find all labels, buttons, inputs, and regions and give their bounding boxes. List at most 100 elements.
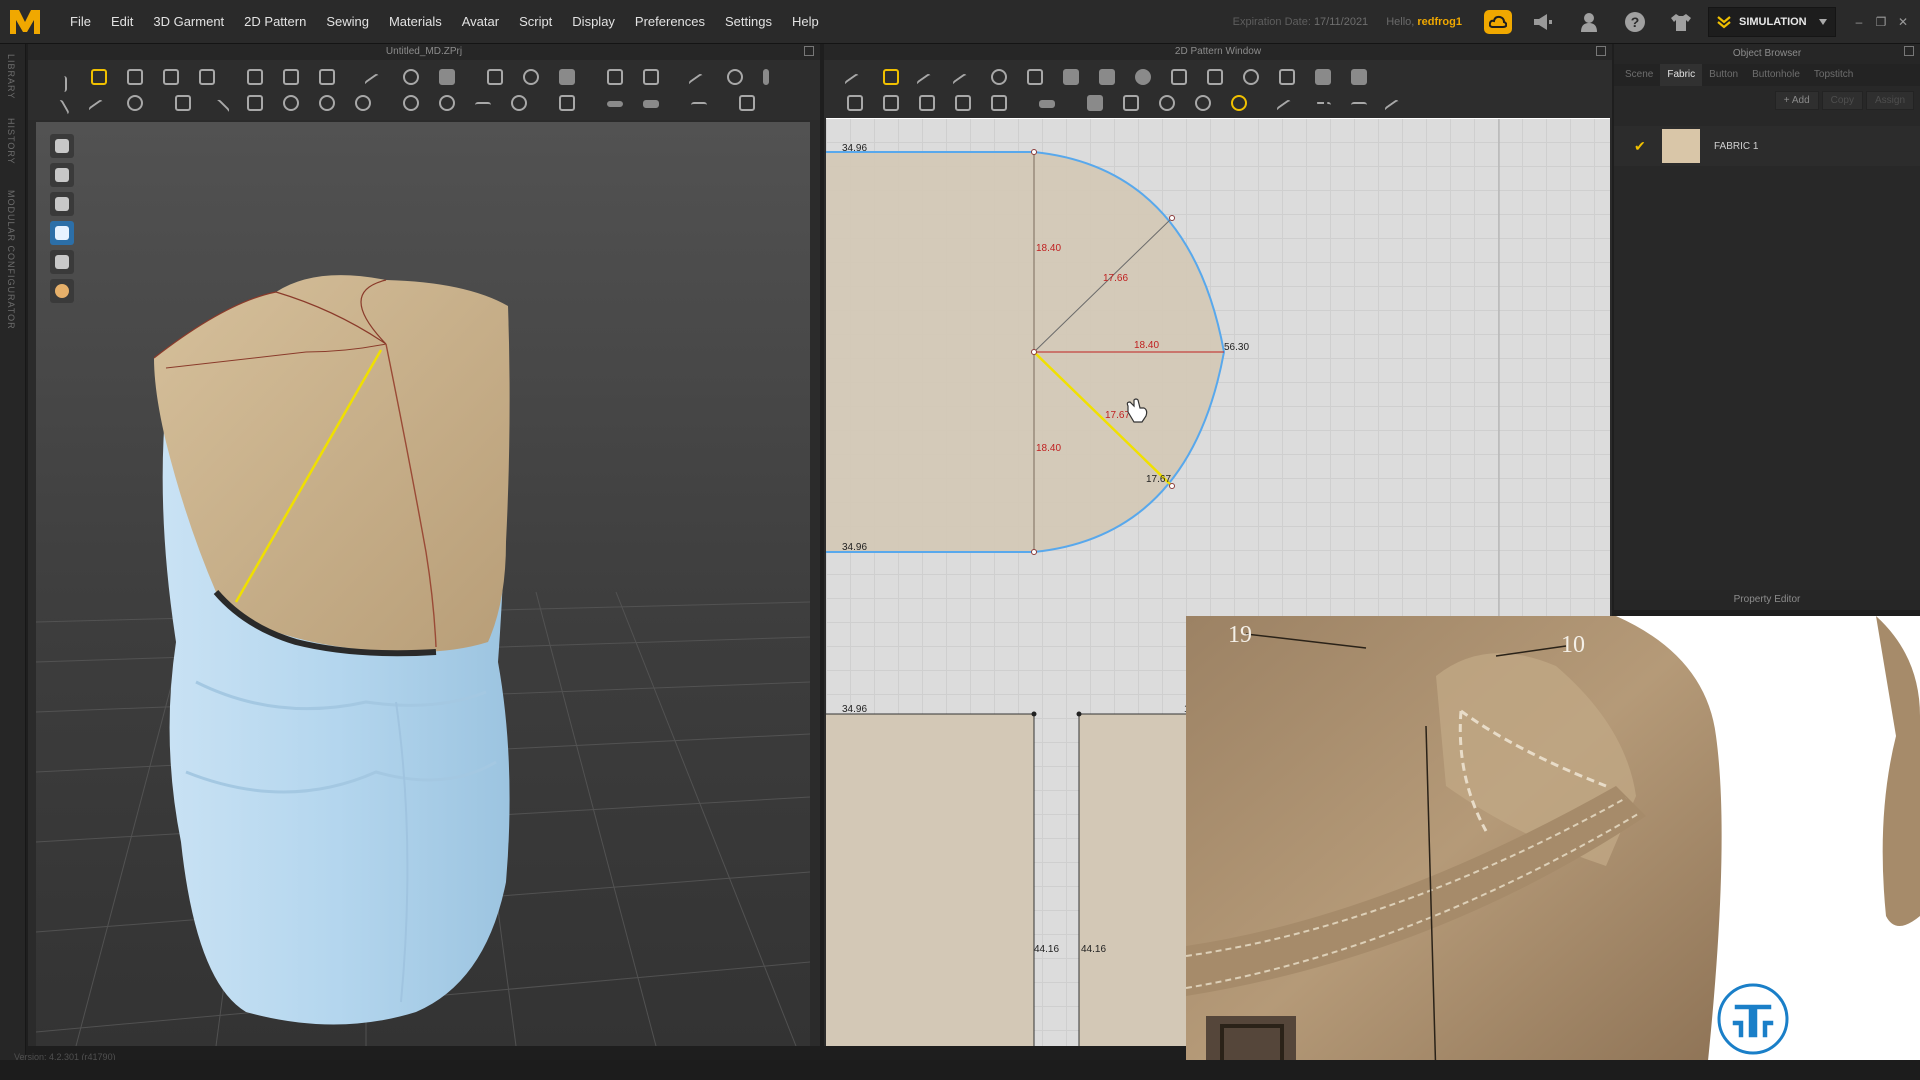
segment-sewing-tool[interactable] [1120,92,1142,114]
free-sewing-tool[interactable] [1156,92,1178,114]
wave-stitch-tool[interactable] [1348,92,1370,114]
symmetric-tool[interactable] [952,92,974,114]
pose-tool[interactable] [736,92,758,114]
arrangement-tool[interactable] [640,66,662,88]
sew-3d-tool[interactable] [484,66,506,88]
copy-fabric-button[interactable]: Copy [1821,90,1863,110]
tab-fabric[interactable]: Fabric [1660,64,1703,86]
fabric-list-item[interactable]: ✔ FABRIC 1 [1614,126,1920,166]
garment-view-icon[interactable] [50,134,74,158]
add-point-tool[interactable] [988,66,1010,88]
offset-tool[interactable] [988,92,1010,114]
popout-icon[interactable] [804,46,814,56]
avatar-tool[interactable] [604,66,626,88]
tab-topstitch[interactable]: Topstitch [1807,64,1860,86]
fold-pleat-tool[interactable] [1348,66,1370,88]
menu-display[interactable]: Display [562,0,625,44]
trace-seam-tool[interactable] [916,92,938,114]
fold-tool[interactable] [244,66,266,88]
menu-avatar[interactable]: Avatar [452,0,509,44]
shirt-tool[interactable] [556,66,578,88]
box-select-tool[interactable] [160,66,182,88]
drape-tool[interactable] [520,66,542,88]
transform-tool[interactable] [88,66,110,88]
scissors-tool[interactable] [207,92,231,122]
close-window-button[interactable]: ✕ [1892,15,1914,29]
add-fabric-button[interactable]: + Add [1774,90,1819,110]
fabric-render-icon[interactable] [50,221,74,245]
copy-tool[interactable] [244,92,266,114]
internal-rectangle-tool[interactable] [1204,66,1226,88]
topstitch-tool[interactable] [1275,92,1299,122]
cut-tool[interactable] [172,92,194,114]
tack-tool[interactable] [280,92,302,114]
pin-tool[interactable] [280,66,302,88]
measure-tool[interactable] [363,66,387,96]
diagonal-stitch-tool[interactable] [1383,92,1407,122]
line-tool[interactable] [472,92,494,114]
edit-pattern-tool[interactable] [880,66,902,88]
menu-help[interactable]: Help [782,0,829,44]
garment-icon[interactable] [1666,7,1696,37]
internal-polygon-tool[interactable] [1168,66,1190,88]
edit-curvature-tool[interactable] [915,66,939,96]
pleat-tool[interactable] [1312,66,1334,88]
popout-icon[interactable] [1904,46,1914,56]
app-logo-icon[interactable]: M [8,6,42,38]
popout-icon[interactable] [1596,46,1606,56]
tab-modular-configurator[interactable]: MODULAR CONFIGURATOR [6,190,16,330]
avatar-display-icon[interactable] [50,192,74,216]
m-n-sewing-tool[interactable] [1192,92,1214,114]
tab-button[interactable]: Button [1702,64,1745,86]
menu-preferences[interactable]: Preferences [625,0,715,44]
select-mesh-tool[interactable] [124,66,146,88]
cloud-icon[interactable] [1484,10,1512,34]
dashed-stitch-tool[interactable] [1312,92,1334,114]
menu-sewing[interactable]: Sewing [316,0,379,44]
tab-history[interactable]: HISTORY [6,118,16,165]
lasso-tool[interactable] [196,66,218,88]
align-tool[interactable] [688,92,710,114]
announcement-icon[interactable] [1528,7,1558,37]
dart-tool[interactable] [1276,66,1298,88]
user-icon[interactable] [1574,7,1604,37]
trace-tool[interactable] [844,92,866,114]
avatar-skin-icon[interactable] [50,279,74,303]
transform-pattern-tool[interactable] [843,66,867,96]
3d-viewport[interactable] [36,122,810,1046]
button-tool[interactable] [400,92,422,114]
select-move-tool[interactable] [48,66,70,92]
texture-tool[interactable] [556,92,578,114]
graphic-tool[interactable] [508,92,530,114]
baste-tool[interactable] [1084,92,1106,114]
check-sewing-tool[interactable] [1228,92,1250,114]
help-icon[interactable]: ? [1620,7,1650,37]
tab-buttonhole[interactable]: Buttonhole [1745,64,1807,86]
menu-2d-pattern[interactable]: 2D Pattern [234,0,316,44]
texture-display-icon[interactable] [50,250,74,274]
tab-scene[interactable]: Scene [1618,64,1660,86]
menu-file[interactable]: File [60,0,101,44]
edit-curve-point-tool[interactable] [951,66,975,96]
polygon-tool[interactable] [1060,66,1082,88]
flat-tool[interactable] [640,92,662,114]
tape-tool[interactable] [400,66,422,88]
menu-settings[interactable]: Settings [715,0,782,44]
rectangle-tool[interactable] [1096,66,1118,88]
minimize-button[interactable]: – [1848,15,1870,29]
gather-tool[interactable] [316,92,338,114]
pin-box-tool[interactable] [316,66,338,88]
menu-3d-garment[interactable]: 3D Garment [143,0,234,44]
shirr-tool[interactable] [352,92,374,114]
avatar-measure-tool[interactable] [48,92,70,121]
zipper-tool[interactable] [724,66,746,88]
circle-tool[interactable] [1132,66,1154,88]
internal-circle-tool[interactable] [1240,66,1262,88]
buttonhole-tool[interactable] [436,92,458,114]
mode-select[interactable]: SIMULATION [1708,7,1836,37]
menu-materials[interactable]: Materials [379,0,452,44]
brush-tool[interactable] [87,92,111,122]
tab-library[interactable]: LIBRARY [6,54,16,99]
steam-tool[interactable] [436,66,458,88]
ruler-tool[interactable] [760,66,782,88]
